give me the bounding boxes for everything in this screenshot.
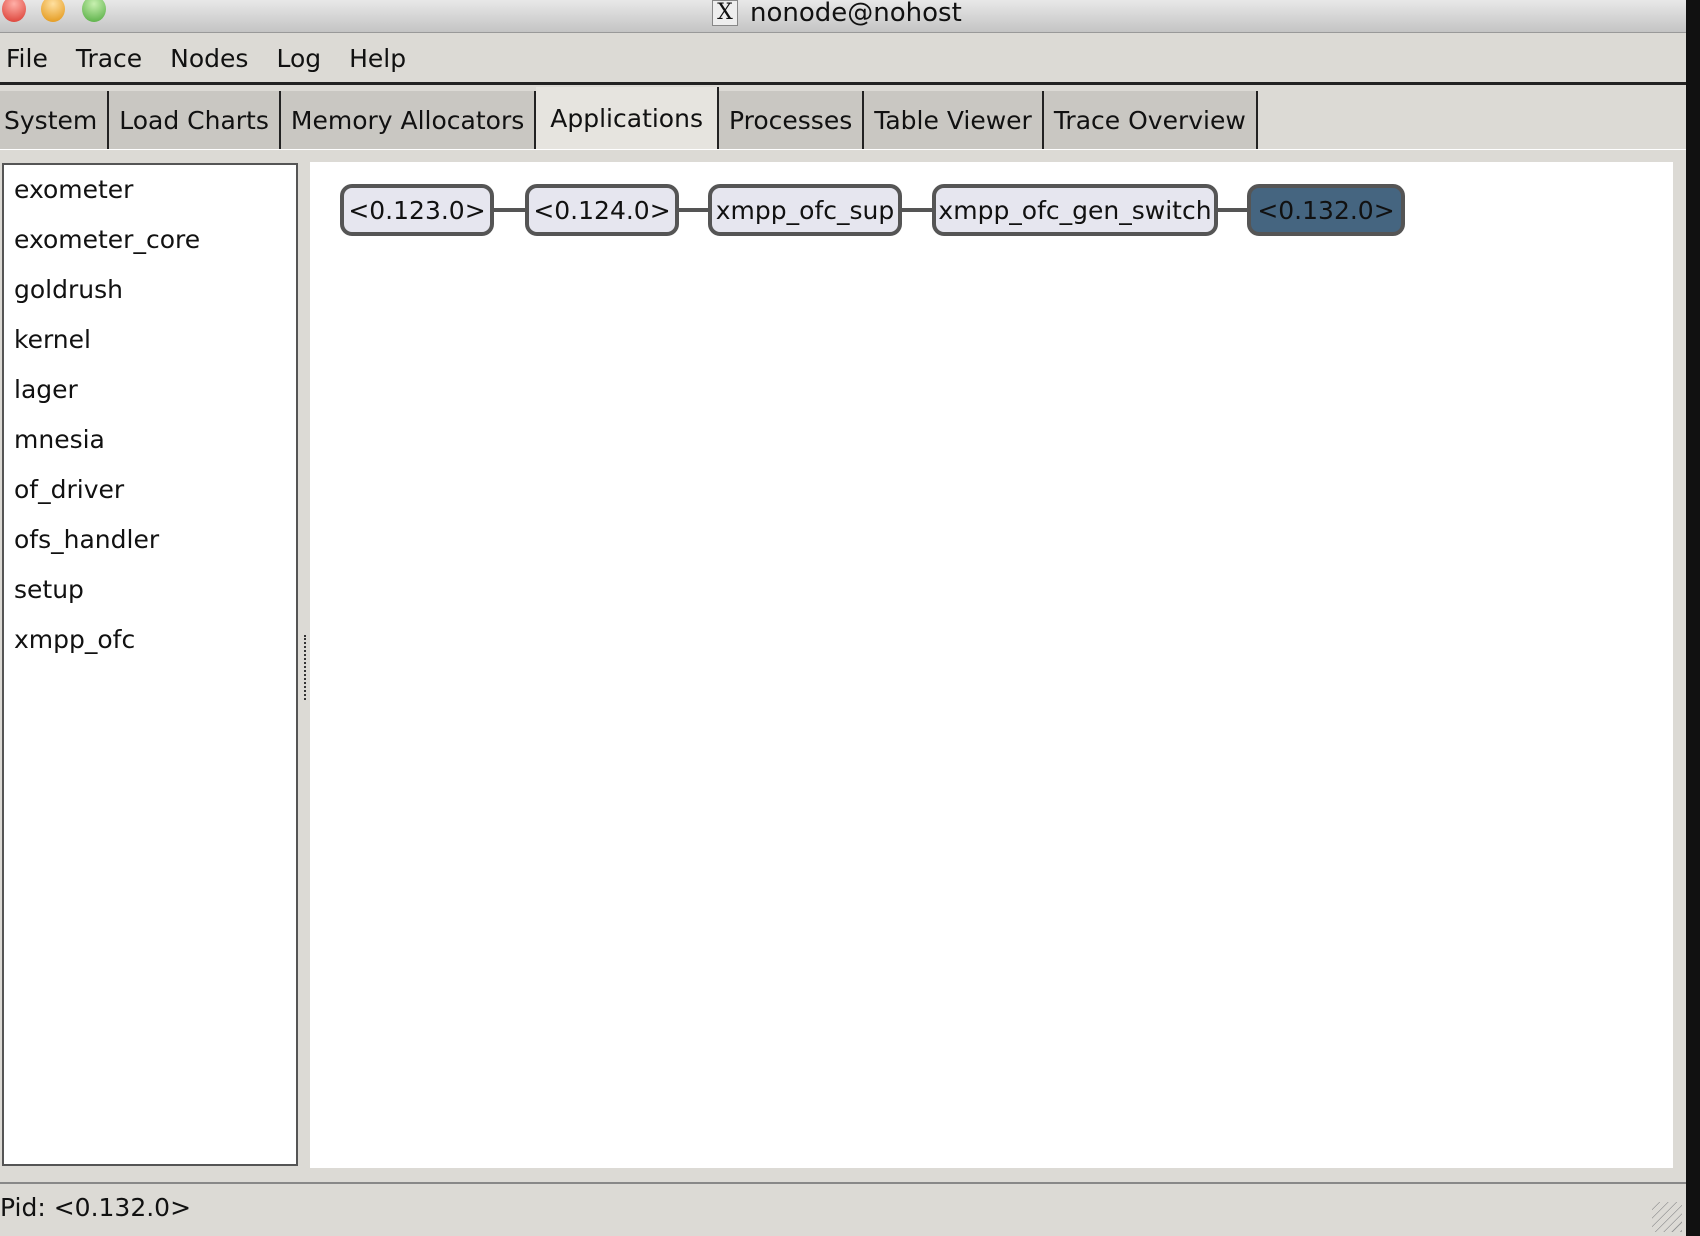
- tree-edge: [900, 208, 934, 212]
- process-node[interactable]: xmpp_ofc_sup: [708, 184, 902, 236]
- tab-memory-allocators[interactable]: Memory Allocators: [280, 91, 537, 149]
- menu-help[interactable]: Help: [349, 44, 406, 73]
- close-window-button[interactable]: [2, 0, 26, 22]
- resize-grip-icon[interactable]: [1652, 1202, 1682, 1232]
- list-item[interactable]: kernel: [4, 315, 296, 365]
- zoom-window-button[interactable]: [82, 0, 106, 22]
- tab-trace-overview[interactable]: Trace Overview: [1043, 91, 1258, 149]
- minimize-window-button[interactable]: [41, 0, 65, 22]
- process-node[interactable]: <0.123.0>: [340, 184, 494, 236]
- menu-log[interactable]: Log: [276, 44, 321, 73]
- background-terminal: [1686, 0, 1700, 1236]
- list-item[interactable]: xmpp_ofc: [4, 615, 296, 665]
- menu-bar: File Trace Nodes Log Help: [0, 34, 1686, 85]
- list-item[interactable]: mnesia: [4, 415, 296, 465]
- tab-system[interactable]: System: [0, 91, 110, 149]
- menu-nodes[interactable]: Nodes: [170, 44, 248, 73]
- list-item[interactable]: ofs_handler: [4, 515, 296, 565]
- list-item[interactable]: setup: [4, 565, 296, 615]
- observer-window: Xnonode@nohost File Trace Nodes Log Help…: [0, 0, 1686, 1236]
- list-item[interactable]: goldrush: [4, 265, 296, 315]
- title-bar: Xnonode@nohost: [0, 0, 1686, 33]
- selected-process-node[interactable]: <0.132.0>: [1247, 184, 1405, 236]
- application-list[interactable]: exometer exometer_core goldrush kernel l…: [2, 163, 298, 1166]
- list-item[interactable]: of_driver: [4, 465, 296, 515]
- tab-processes[interactable]: Processes: [718, 91, 865, 149]
- list-item[interactable]: lager: [4, 365, 296, 415]
- status-text: Pid: <0.132.0>: [0, 1193, 192, 1222]
- window-title: nonode@nohost: [750, 0, 962, 28]
- process-node[interactable]: xmpp_ofc_gen_switch: [932, 184, 1218, 236]
- menu-trace[interactable]: Trace: [76, 44, 142, 73]
- tab-load-charts[interactable]: Load Charts: [109, 91, 281, 149]
- process-tree-canvas[interactable]: <0.123.0> <0.124.0> xmpp_ofc_sup xmpp_of…: [310, 162, 1673, 1168]
- tab-applications[interactable]: Applications: [536, 87, 719, 149]
- tree-edge: [492, 208, 525, 212]
- list-item[interactable]: exometer_core: [4, 215, 296, 265]
- x11-icon: X: [712, 0, 738, 26]
- status-bar: Pid: <0.132.0>: [0, 1182, 1686, 1236]
- tree-edge: [1216, 208, 1249, 212]
- tree-edge: [677, 208, 710, 212]
- splitter-handle[interactable]: [304, 635, 308, 700]
- list-item[interactable]: exometer: [4, 165, 296, 215]
- tab-bar: System Load Charts Memory Allocators App…: [0, 87, 1686, 150]
- process-node[interactable]: <0.124.0>: [525, 184, 679, 236]
- menu-file[interactable]: File: [6, 44, 48, 73]
- tab-table-viewer[interactable]: Table Viewer: [864, 91, 1044, 149]
